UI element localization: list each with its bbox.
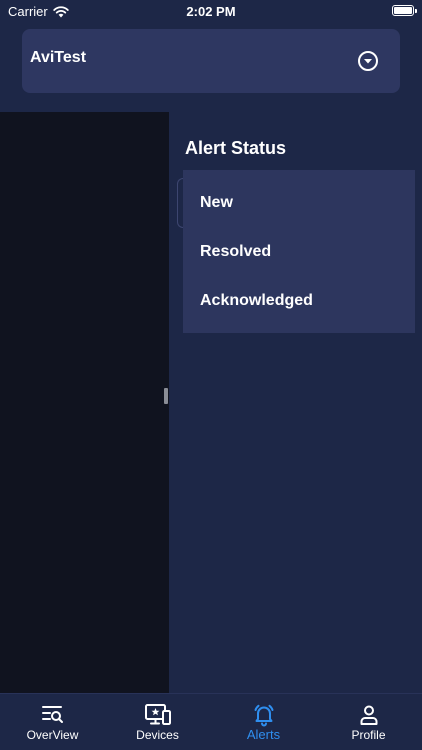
menu-item-new[interactable]: New (200, 194, 233, 212)
battery-icon (392, 5, 417, 16)
tab-devices-label: Devices (136, 728, 179, 742)
tab-overview[interactable]: OverView (0, 694, 105, 750)
dimmed-overlay[interactable] (0, 112, 169, 693)
tab-devices[interactable]: Devices (105, 694, 210, 750)
bell-icon (254, 704, 273, 727)
tab-overview-label: OverView (26, 728, 79, 742)
tab-alerts-label: Alerts (246, 727, 281, 742)
battery-cap (415, 9, 417, 13)
devices-icon (144, 704, 171, 725)
chevron-circle-down-icon[interactable] (358, 51, 378, 71)
tab-profile[interactable]: Profile (316, 694, 421, 750)
panel-title: Alert Status (185, 138, 287, 158)
site-name: AviTest (30, 49, 87, 66)
status-bar: Carrier 2:02 PM (0, 0, 422, 24)
tab-profile-label: Profile (351, 728, 386, 742)
drawer-drag-handle[interactable] (164, 388, 168, 404)
status-time: 2:02 PM (186, 4, 236, 19)
battery-fill (394, 7, 412, 14)
menu-item-resolved[interactable]: Resolved (200, 243, 271, 261)
filter-side-panel: Alert Status New Resolved Acknowledged (169, 112, 422, 693)
person-icon (360, 705, 377, 725)
tab-bar: OverView Devices Alerts Profile (0, 693, 422, 750)
site-selector-dropdown[interactable]: AviTest (22, 29, 400, 93)
tab-alerts[interactable]: Alerts (211, 694, 316, 750)
overview-search-icon (41, 706, 63, 723)
menu-item-acknowledged[interactable]: Acknowledged (200, 292, 313, 310)
alert-status-menu: New Resolved Acknowledged (183, 170, 415, 333)
